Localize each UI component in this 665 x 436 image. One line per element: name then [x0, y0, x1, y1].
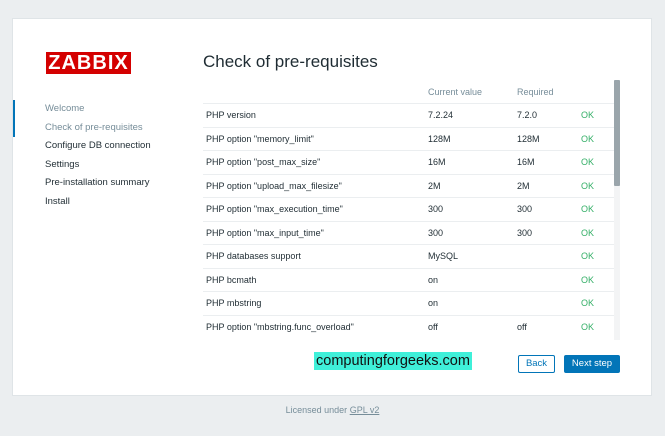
- status-ok: OK: [581, 267, 614, 292]
- current-value: MySQL: [428, 244, 517, 268]
- current-value: 2M: [428, 173, 517, 198]
- prerequisites-table: Current value Required PHP version 7.2.24…: [203, 80, 614, 338]
- current-value: 7.2.24: [428, 103, 517, 127]
- required-value: [517, 291, 581, 315]
- required-value: 2M: [517, 173, 581, 198]
- status-ok: OK: [581, 314, 614, 338]
- status-ok: OK: [581, 150, 614, 174]
- scrollbar-thumb[interactable]: [614, 80, 620, 186]
- requirement-name: PHP mbstring: [203, 291, 428, 315]
- required-value: [517, 267, 581, 292]
- header-required: Required: [517, 86, 554, 97]
- footer: Licensed under GPL v2: [0, 405, 665, 415]
- nav-step-install: Install: [45, 195, 70, 207]
- requirement-name: PHP option "memory_limit": [203, 126, 428, 151]
- header-name: [203, 80, 428, 104]
- current-value: 128M: [428, 126, 517, 151]
- status-ok: OK: [581, 291, 614, 315]
- gpl-license-link[interactable]: GPL v2: [350, 405, 380, 415]
- table-row: PHP option "post_max_size" 16M 16M OK: [203, 150, 614, 174]
- requirement-name: PHP option "max_input_time": [203, 220, 428, 245]
- requirement-name: PHP option "post_max_size": [203, 150, 428, 174]
- table-row: PHP option "max_input_time" 300 300 OK: [203, 220, 614, 245]
- table-row: PHP bcmath on OK: [203, 267, 614, 292]
- setup-steps-nav: Welcome Check of pre-requisites Configur…: [13, 100, 173, 211]
- table-row: PHP databases support MySQL OK: [203, 244, 614, 268]
- requirement-name: PHP option "upload_max_filesize": [203, 173, 428, 198]
- required-value: [517, 244, 581, 268]
- status-ok: OK: [581, 173, 614, 198]
- prerequisites-table-scroll[interactable]: Current value Required PHP version 7.2.24…: [203, 80, 614, 340]
- current-value: on: [428, 291, 517, 315]
- status-ok: OK: [581, 244, 614, 268]
- requirement-name: PHP bcmath: [203, 267, 428, 292]
- watermark-label: computingforgeeks.com: [314, 352, 472, 370]
- required-value: 16M: [517, 150, 581, 174]
- nav-step-check-prerequisites: Check of pre-requisites: [45, 121, 143, 133]
- header-current-value: Current value: [428, 86, 483, 97]
- table-row: PHP option "mbstring.func_overload" off of…: [203, 314, 614, 338]
- requirement-name: PHP databases support: [203, 244, 428, 268]
- status-ok: OK: [581, 103, 614, 127]
- nav-step-welcome: Welcome: [45, 103, 85, 114]
- required-value: off: [517, 314, 581, 338]
- next-step-button[interactable]: Next step: [564, 355, 620, 373]
- header-status: [581, 80, 614, 104]
- back-button[interactable]: Back: [518, 355, 555, 373]
- installer-card: ZABBIX Welcome Check of pre-requisites C…: [12, 18, 652, 396]
- required-value: 7.2.0: [517, 103, 581, 127]
- required-value: 128M: [517, 126, 581, 151]
- requirement-name: PHP option "mbstring.func_overload": [203, 314, 428, 338]
- table-row: PHP mbstring on OK: [203, 291, 614, 315]
- current-value: 16M: [428, 150, 517, 174]
- table-row: PHP option "upload_max_filesize" 2M 2M OK: [203, 173, 614, 198]
- page-title: Check of pre-requisites: [203, 52, 378, 71]
- requirement-name: PHP version: [203, 103, 428, 127]
- status-ok: OK: [581, 126, 614, 151]
- status-ok: OK: [581, 197, 614, 221]
- current-value: 300: [428, 220, 517, 245]
- required-value: 300: [517, 220, 581, 245]
- current-value: 300: [428, 197, 517, 221]
- current-value: on: [428, 267, 517, 292]
- nav-step-settings: Settings: [45, 158, 80, 170]
- nav-step-configure-db: Configure DB connection: [45, 140, 151, 151]
- table-header-row: Current value Required: [203, 80, 614, 104]
- required-value: 300: [517, 197, 581, 221]
- nav-step-pre-install-summary: Pre-installation summary: [45, 177, 150, 188]
- current-value: off: [428, 314, 517, 338]
- footer-license-text: Licensed under: [285, 405, 348, 415]
- requirement-name: PHP option "max_execution_time": [203, 197, 428, 221]
- table-row: PHP option "memory_limit" 128M 128M OK: [203, 126, 614, 151]
- status-ok: OK: [581, 220, 614, 245]
- zabbix-logo: ZABBIX: [46, 52, 131, 74]
- table-row: PHP version 7.2.24 7.2.0 OK: [203, 103, 614, 127]
- table-row: PHP option "max_execution_time" 300 300 OK: [203, 197, 614, 221]
